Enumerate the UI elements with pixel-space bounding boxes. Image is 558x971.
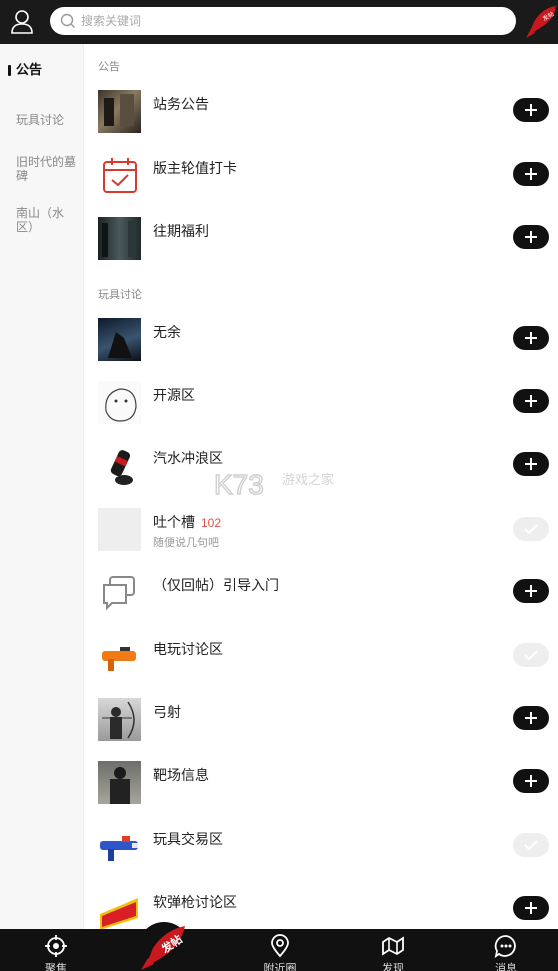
- forum-thumbnail: [98, 635, 141, 678]
- forum-name: 软弹枪讨论区: [153, 894, 237, 910]
- nav-discover[interactable]: 发现: [353, 929, 433, 971]
- list-item[interactable]: 弓射: [84, 698, 558, 758]
- sidebar-item-toy-discussion[interactable]: 玩具讨论: [16, 113, 78, 127]
- search-input[interactable]: 搜索关键词: [50, 7, 516, 35]
- message-icon: [494, 934, 518, 958]
- forum-thumbnail: [98, 761, 141, 804]
- location-pin-icon: [268, 934, 292, 958]
- list-item[interactable]: 开源区: [84, 381, 558, 441]
- forum-list: 公告 站务公告 版主轮值打卡 往期福利 玩具讨论 无余 开源区 汽水冲浪区 吐个…: [84, 44, 558, 929]
- list-item[interactable]: 往期福利: [84, 217, 558, 277]
- forum-thumbnail: [98, 381, 141, 424]
- chat-bubbles-icon: [98, 571, 141, 614]
- nav-label: 消息: [495, 963, 517, 971]
- nav-label: 聚焦: [45, 963, 67, 971]
- followed-button[interactable]: [513, 517, 549, 541]
- list-item[interactable]: 电玩讨论区: [84, 635, 558, 695]
- check-icon: [524, 840, 538, 851]
- plus-icon: [525, 395, 537, 407]
- plus-icon: [525, 458, 537, 470]
- nav-nearby[interactable]: 附近圈: [240, 929, 320, 971]
- forum-name: （仅回帖）引导入门: [153, 577, 279, 593]
- forum-thumbnail: [98, 318, 141, 361]
- crosshair-icon: [44, 934, 68, 958]
- forum-name: 站务公告: [153, 96, 209, 112]
- plus-icon: [525, 712, 537, 724]
- forum-thumbnail: [98, 698, 141, 741]
- nav-label: 发现: [382, 963, 404, 971]
- post-count: 102: [201, 516, 222, 530]
- forum-name: 靶场信息: [153, 767, 209, 783]
- forum-thumbnail: [98, 825, 141, 868]
- forum-name: 玩具交易区: [153, 831, 223, 847]
- user-icon[interactable]: [10, 8, 34, 36]
- follow-button[interactable]: [513, 706, 549, 730]
- follow-button[interactable]: [513, 98, 549, 122]
- plus-icon: [525, 902, 537, 914]
- check-icon: [524, 650, 538, 661]
- list-item[interactable]: 站务公告: [84, 90, 558, 150]
- list-item[interactable]: 版主轮值打卡: [84, 154, 558, 214]
- follow-button[interactable]: [513, 225, 549, 249]
- follow-button[interactable]: [513, 769, 549, 793]
- check-icon: [524, 524, 538, 535]
- plus-icon: [525, 104, 537, 116]
- nav-label: 附近圈: [263, 963, 297, 971]
- follow-button[interactable]: [513, 896, 549, 920]
- list-item[interactable]: 靶场信息: [84, 761, 558, 821]
- nav-focus[interactable]: 聚焦: [16, 929, 96, 971]
- forum-name: 电玩讨论区: [153, 641, 223, 657]
- forum-name: 开源区: [153, 387, 195, 403]
- list-item[interactable]: 无余: [84, 318, 558, 378]
- forum-name: 版主轮值打卡: [153, 160, 237, 176]
- forum-description: 随便说几句吧: [153, 537, 219, 549]
- forum-thumbnail: [98, 217, 141, 260]
- followed-button[interactable]: [513, 643, 549, 667]
- search-icon: [60, 13, 76, 29]
- forum-name: 吐个槽 102: [153, 512, 221, 532]
- sidebar-item-nanshan[interactable]: 南山（水区）: [16, 206, 78, 234]
- search-placeholder: 搜索关键词: [81, 14, 142, 28]
- section-title: 玩具讨论: [98, 289, 142, 301]
- plus-icon: [525, 775, 537, 787]
- post-button[interactable]: 发帖: [131, 918, 197, 971]
- forum-name: 往期福利: [153, 223, 209, 239]
- calendar-icon: [98, 154, 141, 197]
- follow-button[interactable]: [513, 162, 549, 186]
- follow-button[interactable]: [513, 579, 549, 603]
- sidebar-item-old-era[interactable]: 旧时代的墓碑: [16, 155, 78, 183]
- forum-name-text: 吐个槽: [153, 514, 195, 530]
- bottom-nav: 聚焦 附近圈 发现 消息: [0, 929, 558, 971]
- forum-thumbnail-placeholder: [98, 508, 141, 551]
- follow-button[interactable]: [513, 326, 549, 350]
- followed-button[interactable]: [513, 833, 549, 857]
- forum-thumbnail: [98, 444, 141, 487]
- post-rocket-button[interactable]: 发帖: [522, 2, 558, 42]
- list-item[interactable]: （仅回帖）引导入门: [84, 571, 558, 631]
- follow-button[interactable]: [513, 452, 549, 476]
- list-item[interactable]: 玩具交易区: [84, 825, 558, 885]
- category-sidebar: 公告 玩具讨论 旧时代的墓碑 南山（水区）: [0, 44, 84, 929]
- list-item[interactable]: 吐个槽 102 随便说几句吧: [84, 508, 558, 568]
- top-bar: 搜索关键词 发帖: [0, 0, 558, 44]
- plus-icon: [525, 168, 537, 180]
- plus-icon: [525, 231, 537, 243]
- forum-name: 汽水冲浪区: [153, 450, 223, 466]
- follow-button[interactable]: [513, 389, 549, 413]
- map-icon: [381, 934, 405, 958]
- nav-messages[interactable]: 消息: [466, 929, 546, 971]
- forum-thumbnail: [98, 90, 141, 133]
- active-indicator: [8, 65, 11, 76]
- section-title: 公告: [98, 61, 120, 73]
- forum-name: 无余: [153, 324, 181, 340]
- plus-icon: [525, 585, 537, 597]
- list-item[interactable]: 汽水冲浪区: [84, 444, 558, 504]
- plus-icon: [525, 332, 537, 344]
- sidebar-item-announcement[interactable]: 公告: [16, 63, 78, 77]
- forum-name: 弓射: [153, 704, 181, 720]
